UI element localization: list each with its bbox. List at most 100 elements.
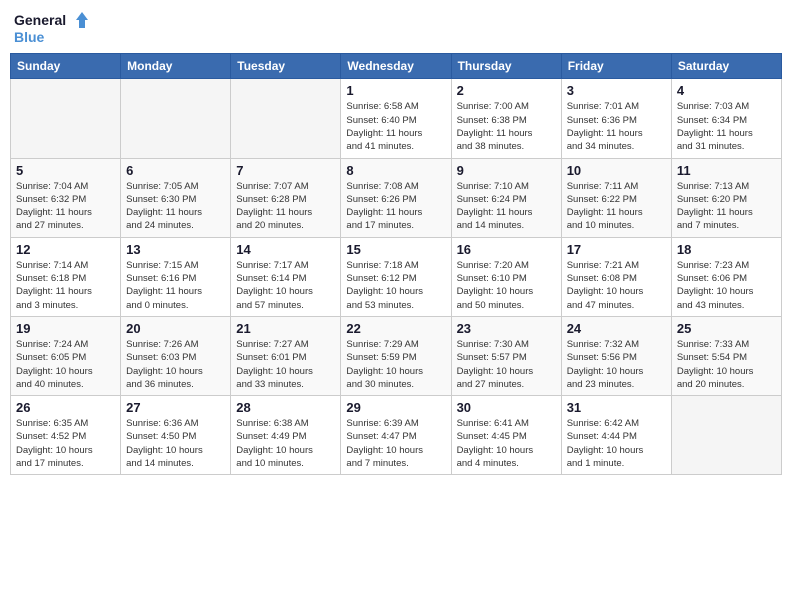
day-info: Sunrise: 7:21 AMSunset: 6:08 PMDaylight:… <box>567 259 666 312</box>
calendar-day-cell <box>121 79 231 158</box>
calendar-day-cell: 31 Sunrise: 6:42 AMSunset: 4:44 PMDayligh… <box>561 396 671 475</box>
calendar-day-cell: 2Sunrise: 7:00 AMSunset: 6:38 PMDaylight… <box>451 79 561 158</box>
day-info: Sunrise: 6:36 AMSunset: 4:50 PMDaylight:… <box>126 417 225 470</box>
day-number: 23 <box>457 321 556 336</box>
weekday-header-row: SundayMondayTuesdayWednesdayThursdayFrid… <box>11 54 782 79</box>
weekday-header: Sunday <box>11 54 121 79</box>
day-number: 18 <box>677 242 776 257</box>
day-info: Sunrise: 6:42 AMSunset: 4:44 PMDaylight:… <box>567 417 666 470</box>
calendar-day-cell: 6 Sunrise: 7:05 AMSunset: 6:30 PMDaylight… <box>121 158 231 237</box>
day-info: Sunrise: 7:27 AMSunset: 6:01 PMDaylight:… <box>236 338 335 391</box>
calendar-day-cell: 18 Sunrise: 7:23 AMSunset: 6:06 PMDayligh… <box>671 237 781 316</box>
calendar-day-cell: 3 Sunrise: 7:01 AMSunset: 6:36 PMDaylight… <box>561 79 671 158</box>
calendar-table: SundayMondayTuesdayWednesdayThursdayFrid… <box>10 53 782 475</box>
day-info: Sunrise: 6:35 AMSunset: 4:52 PMDaylight:… <box>16 417 115 470</box>
calendar-day-cell: 15 Sunrise: 7:18 AMSunset: 6:12 PMDayligh… <box>341 237 451 316</box>
calendar-day-cell: 1Sunrise: 6:58 AMSunset: 6:40 PMDaylight… <box>341 79 451 158</box>
day-number: 30 <box>457 400 556 415</box>
calendar-day-cell: 12 Sunrise: 7:14 AMSunset: 6:18 PMDayligh… <box>11 237 121 316</box>
day-info: Sunrise: 6:39 AMSunset: 4:47 PMDaylight:… <box>346 417 445 470</box>
logo-bird-icon <box>68 10 90 32</box>
day-info: Sunrise: 7:15 AMSunset: 6:16 PMDaylight:… <box>126 259 225 312</box>
weekday-header: Monday <box>121 54 231 79</box>
day-info: Sunrise: 6:38 AMSunset: 4:49 PMDaylight:… <box>236 417 335 470</box>
calendar-day-cell <box>231 79 341 158</box>
day-number: 19 <box>16 321 115 336</box>
calendar-day-cell: 22Sunrise: 7:29 AMSunset: 5:59 PMDayligh… <box>341 316 451 395</box>
calendar-day-cell: 14 Sunrise: 7:17 AMSunset: 6:14 PMDayligh… <box>231 237 341 316</box>
day-info: Sunrise: 7:32 AMSunset: 5:56 PMDaylight:… <box>567 338 666 391</box>
day-number: 20 <box>126 321 225 336</box>
day-info: Sunrise: 7:17 AMSunset: 6:14 PMDaylight:… <box>236 259 335 312</box>
calendar-day-cell: 20 Sunrise: 7:26 AMSunset: 6:03 PMDayligh… <box>121 316 231 395</box>
logo-blue: Blue <box>14 30 44 45</box>
day-info: Sunrise: 7:05 AMSunset: 6:30 PMDaylight:… <box>126 180 225 233</box>
day-number: 21 <box>236 321 335 336</box>
calendar-day-cell: 28 Sunrise: 6:38 AMSunset: 4:49 PMDayligh… <box>231 396 341 475</box>
day-info: Sunrise: 7:11 AMSunset: 6:22 PMDaylight:… <box>567 180 666 233</box>
day-info: Sunrise: 7:26 AMSunset: 6:03 PMDaylight:… <box>126 338 225 391</box>
page-header: General Blue <box>10 10 782 45</box>
day-info: Sunrise: 7:01 AMSunset: 6:36 PMDaylight:… <box>567 100 666 153</box>
calendar-day-cell: 7Sunrise: 7:07 AMSunset: 6:28 PMDaylight… <box>231 158 341 237</box>
day-info: Sunrise: 7:13 AMSunset: 6:20 PMDaylight:… <box>677 180 776 233</box>
day-number: 16 <box>457 242 556 257</box>
day-number: 3 <box>567 83 666 98</box>
calendar-day-cell: 16 Sunrise: 7:20 AMSunset: 6:10 PMDayligh… <box>451 237 561 316</box>
day-number: 26 <box>16 400 115 415</box>
day-number: 2 <box>457 83 556 98</box>
day-number: 27 <box>126 400 225 415</box>
day-info: Sunrise: 7:23 AMSunset: 6:06 PMDaylight:… <box>677 259 776 312</box>
weekday-header: Friday <box>561 54 671 79</box>
calendar-day-cell: 17 Sunrise: 7:21 AMSunset: 6:08 PMDayligh… <box>561 237 671 316</box>
logo-general: General <box>14 13 66 28</box>
calendar-week-row: 26 Sunrise: 6:35 AMSunset: 4:52 PMDayligh… <box>11 396 782 475</box>
day-info: Sunrise: 7:33 AMSunset: 5:54 PMDaylight:… <box>677 338 776 391</box>
day-number: 4 <box>677 83 776 98</box>
calendar-day-cell: 8 Sunrise: 7:08 AMSunset: 6:26 PMDaylight… <box>341 158 451 237</box>
calendar-day-cell: 26 Sunrise: 6:35 AMSunset: 4:52 PMDayligh… <box>11 396 121 475</box>
day-info: Sunrise: 7:08 AMSunset: 6:26 PMDaylight:… <box>346 180 445 233</box>
calendar-day-cell: 27 Sunrise: 6:36 AMSunset: 4:50 PMDayligh… <box>121 396 231 475</box>
calendar-week-row: 5Sunrise: 7:04 AMSunset: 6:32 PMDaylight… <box>11 158 782 237</box>
calendar-day-cell: 19Sunrise: 7:24 AMSunset: 6:05 PMDayligh… <box>11 316 121 395</box>
calendar-day-cell: 5Sunrise: 7:04 AMSunset: 6:32 PMDaylight… <box>11 158 121 237</box>
calendar-day-cell: 10Sunrise: 7:11 AMSunset: 6:22 PMDayligh… <box>561 158 671 237</box>
calendar-week-row: 12 Sunrise: 7:14 AMSunset: 6:18 PMDayligh… <box>11 237 782 316</box>
day-number: 31 <box>567 400 666 415</box>
day-number: 28 <box>236 400 335 415</box>
weekday-header: Saturday <box>671 54 781 79</box>
day-info: Sunrise: 7:30 AMSunset: 5:57 PMDaylight:… <box>457 338 556 391</box>
day-info: Sunrise: 7:29 AMSunset: 5:59 PMDaylight:… <box>346 338 445 391</box>
day-number: 15 <box>346 242 445 257</box>
calendar-day-cell <box>671 396 781 475</box>
calendar-day-cell <box>11 79 121 158</box>
day-info: Sunrise: 7:10 AMSunset: 6:24 PMDaylight:… <box>457 180 556 233</box>
calendar-day-cell: 21 Sunrise: 7:27 AMSunset: 6:01 PMDayligh… <box>231 316 341 395</box>
calendar-week-row: 19Sunrise: 7:24 AMSunset: 6:05 PMDayligh… <box>11 316 782 395</box>
calendar-day-cell: 25Sunrise: 7:33 AMSunset: 5:54 PMDayligh… <box>671 316 781 395</box>
day-number: 24 <box>567 321 666 336</box>
calendar-day-cell: 11 Sunrise: 7:13 AMSunset: 6:20 PMDayligh… <box>671 158 781 237</box>
day-number: 13 <box>126 242 225 257</box>
calendar-day-cell: 13 Sunrise: 7:15 AMSunset: 6:16 PMDayligh… <box>121 237 231 316</box>
day-info: Sunrise: 6:58 AMSunset: 6:40 PMDaylight:… <box>346 100 445 153</box>
day-number: 8 <box>346 163 445 178</box>
logo-graphic: General Blue <box>14 10 90 45</box>
day-number: 17 <box>567 242 666 257</box>
day-number: 11 <box>677 163 776 178</box>
calendar-day-cell: 30 Sunrise: 6:41 AMSunset: 4:45 PMDayligh… <box>451 396 561 475</box>
calendar-day-cell: 9Sunrise: 7:10 AMSunset: 6:24 PMDaylight… <box>451 158 561 237</box>
day-info: Sunrise: 7:20 AMSunset: 6:10 PMDaylight:… <box>457 259 556 312</box>
day-number: 29 <box>346 400 445 415</box>
day-number: 7 <box>236 163 335 178</box>
calendar-day-cell: 4Sunrise: 7:03 AMSunset: 6:34 PMDaylight… <box>671 79 781 158</box>
calendar-day-cell: 29 Sunrise: 6:39 AMSunset: 4:47 PMDayligh… <box>341 396 451 475</box>
day-number: 6 <box>126 163 225 178</box>
day-number: 14 <box>236 242 335 257</box>
day-number: 12 <box>16 242 115 257</box>
day-info: Sunrise: 7:18 AMSunset: 6:12 PMDaylight:… <box>346 259 445 312</box>
day-info: Sunrise: 7:14 AMSunset: 6:18 PMDaylight:… <box>16 259 115 312</box>
calendar-day-cell: 24 Sunrise: 7:32 AMSunset: 5:56 PMDayligh… <box>561 316 671 395</box>
day-info: Sunrise: 6:41 AMSunset: 4:45 PMDaylight:… <box>457 417 556 470</box>
